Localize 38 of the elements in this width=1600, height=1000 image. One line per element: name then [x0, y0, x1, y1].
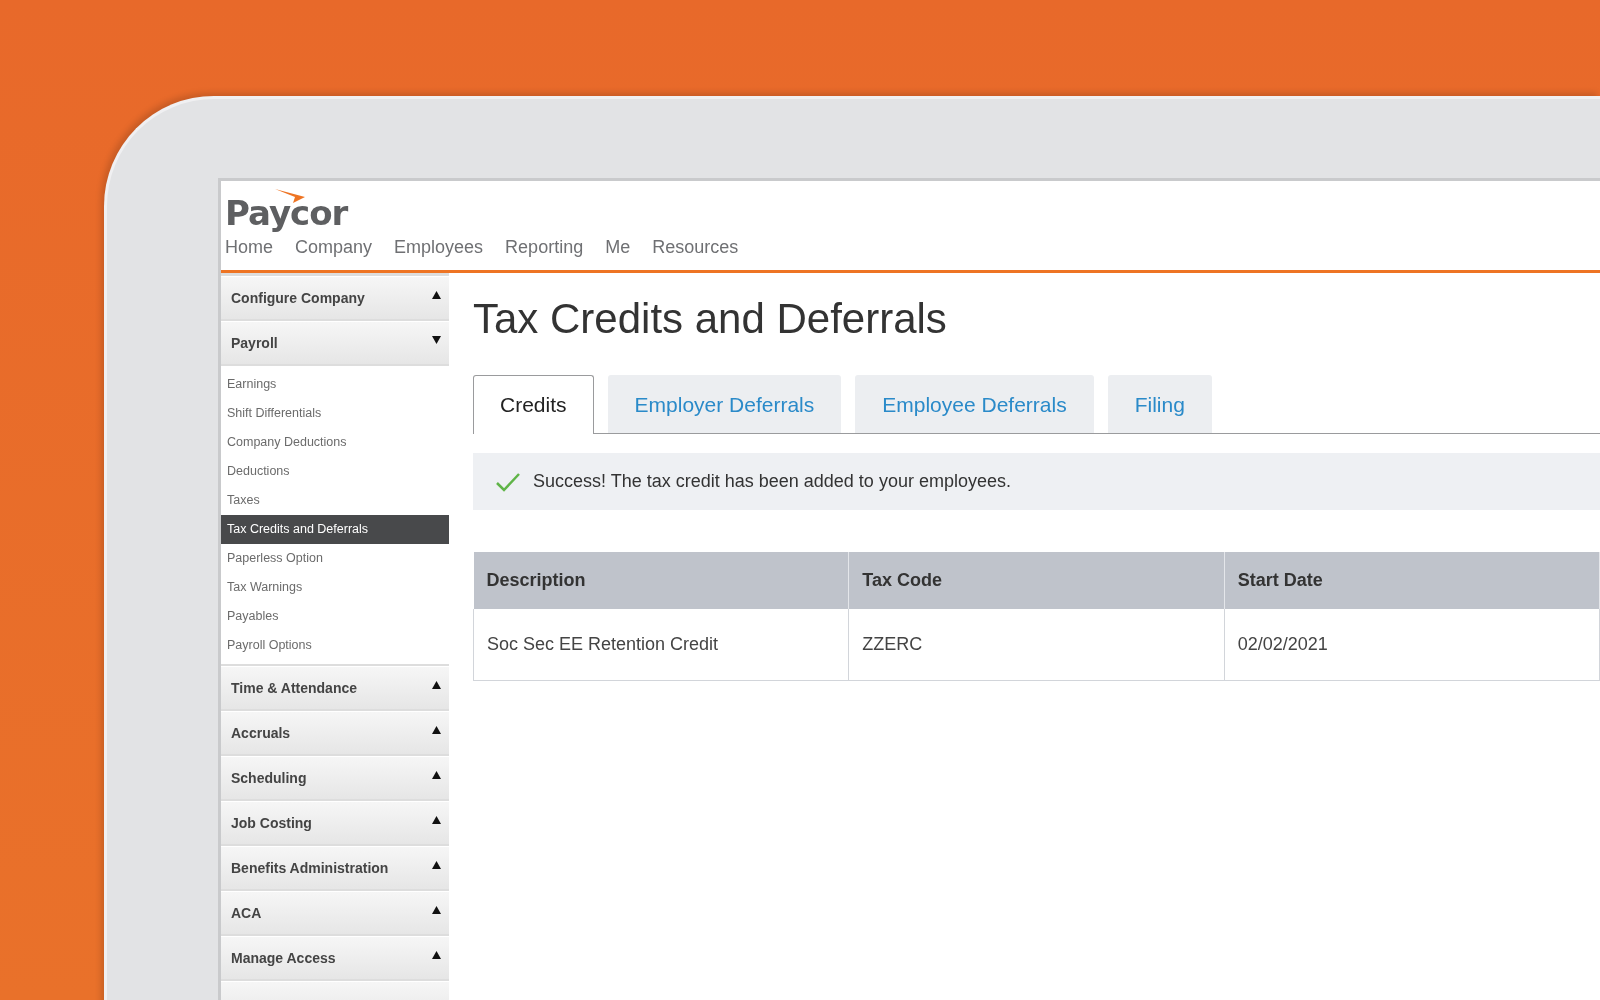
- nav-link[interactable]: Home: [225, 237, 273, 258]
- sidebar-section-header[interactable]: ACA: [221, 891, 449, 934]
- sidebar-section-header[interactable]: Payroll: [221, 321, 449, 364]
- sidebar-section-header[interactable]: Benefits Administration: [221, 846, 449, 889]
- nav-link[interactable]: Employees: [394, 237, 484, 258]
- tab[interactable]: Employee Deferrals: [855, 375, 1094, 433]
- column-header: Start Date: [1224, 552, 1600, 609]
- sidebar-section-header[interactable]: Configure Company: [221, 276, 449, 319]
- column-header: Tax Code: [848, 552, 1225, 609]
- sidebar-section-header[interactable]: Job Costing: [221, 801, 449, 844]
- nav-link[interactable]: Company: [295, 237, 373, 258]
- nav-link[interactable]: Me: [605, 237, 631, 258]
- sidebar-item[interactable]: Payables: [221, 602, 449, 631]
- page-title: Tax Credits and Deferrals: [473, 295, 948, 343]
- sidebar-section-header[interactable]: Manage Access: [221, 936, 449, 979]
- sidebar-item[interactable]: Shift Differentials: [221, 399, 449, 428]
- sidebar-item[interactable]: Company Deductions: [221, 428, 449, 457]
- sidebar-item[interactable]: Paperless Option: [221, 544, 449, 573]
- tab[interactable]: Filing: [1107, 375, 1212, 433]
- table-cell: Soc Sec EE Retention Credit: [473, 609, 849, 681]
- logo[interactable]: Paycor: [225, 195, 348, 231]
- nav-link[interactable]: Resources: [652, 237, 739, 258]
- sidebar-section-header[interactable]: Accruals: [221, 711, 449, 754]
- sidebar-item[interactable]: Tax Warnings: [221, 573, 449, 602]
- sidebar-section-header[interactable]: Time & Attendance: [221, 666, 449, 709]
- sidebar-item[interactable]: Deductions: [221, 457, 449, 486]
- table-cell: ZZERC: [848, 609, 1225, 681]
- alert-message: Success! The tax credit has been added to your employees.: [533, 471, 1011, 492]
- column-header: Description: [473, 552, 849, 609]
- sidebar-section-header[interactable]: Scheduling: [221, 756, 449, 799]
- sidebar-item[interactable]: Tax Credits and Deferrals: [221, 515, 449, 544]
- tab[interactable]: Credits: [473, 375, 594, 434]
- sidebar-item[interactable]: Payroll Options: [221, 631, 449, 660]
- tab[interactable]: Employer Deferrals: [607, 375, 842, 433]
- table-cell: 02/02/2021: [1224, 609, 1600, 681]
- nav-link[interactable]: Reporting: [505, 237, 584, 258]
- sidebar-item[interactable]: Taxes: [221, 486, 449, 515]
- sidebar-item[interactable]: Earnings: [221, 370, 449, 399]
